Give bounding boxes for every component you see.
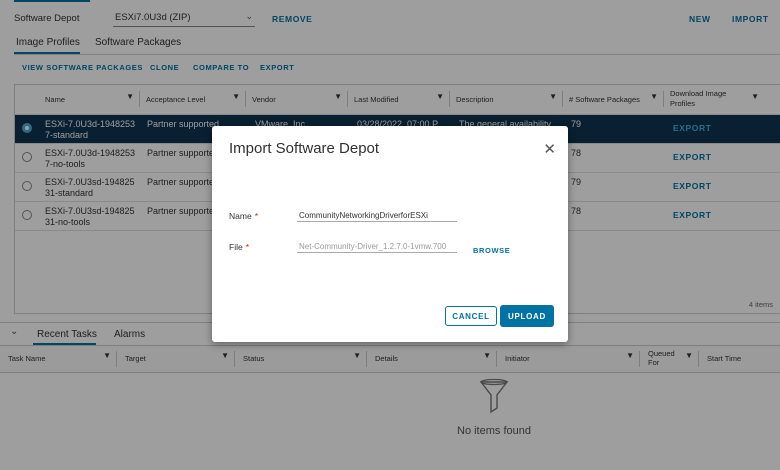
file-input[interactable] — [297, 241, 457, 253]
cancel-button[interactable]: CANCEL — [445, 306, 497, 326]
file-label: File * — [229, 242, 250, 252]
import-software-depot-dialog: Import Software Depot ✕ Name* File* BROW… — [212, 126, 568, 342]
name-label: Name * — [229, 211, 258, 221]
name-input[interactable] — [297, 210, 457, 222]
dialog-title: Import Software Depot — [229, 140, 380, 157]
upload-button[interactable]: UPLOAD — [500, 305, 554, 327]
close-icon[interactable]: ✕ — [543, 140, 556, 158]
browse-button[interactable]: BROWSE — [473, 246, 510, 255]
